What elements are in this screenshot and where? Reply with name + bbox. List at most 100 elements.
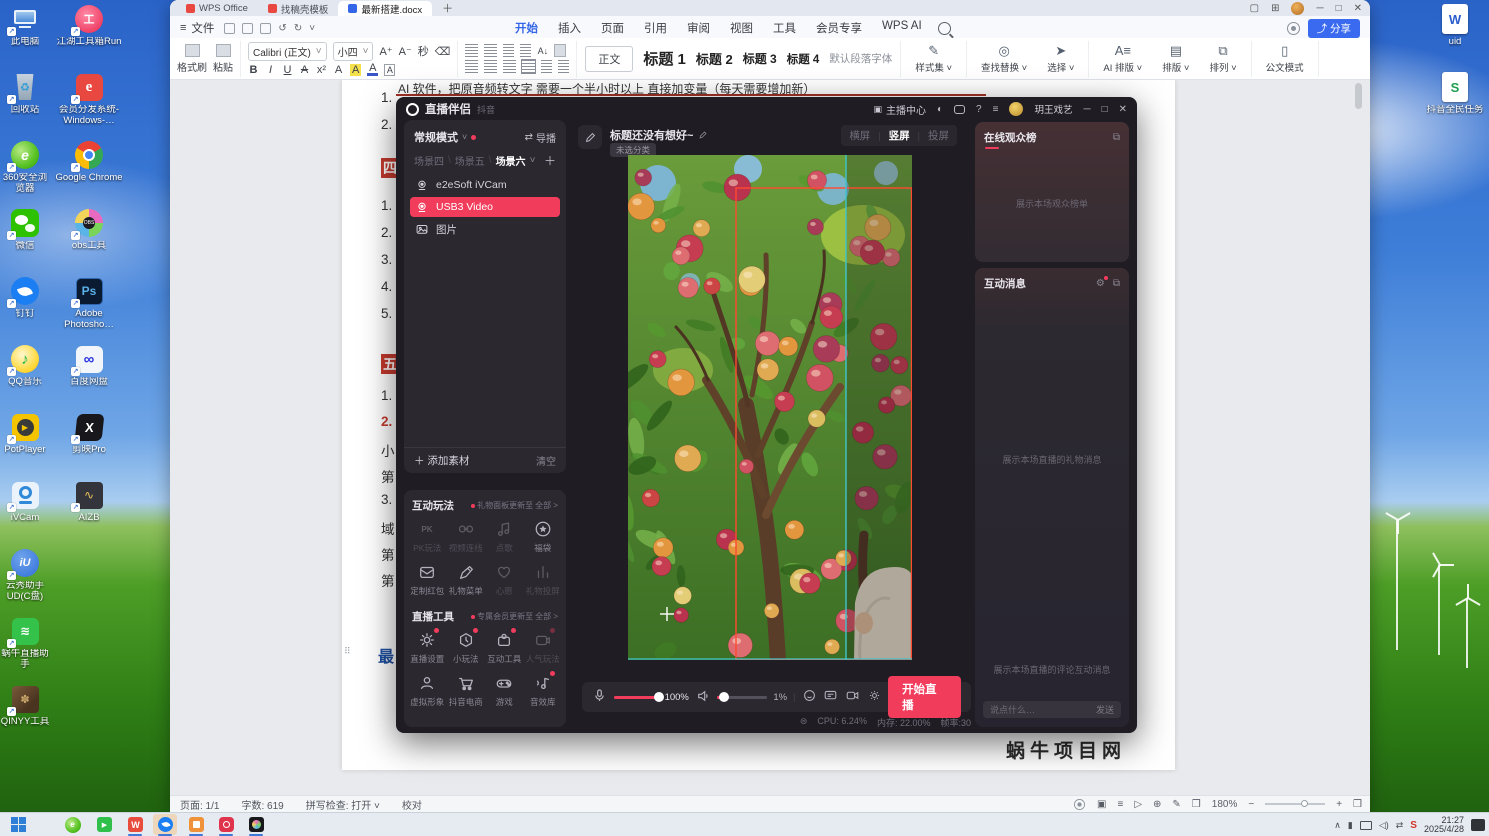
speaker-icon[interactable] [695,690,711,705]
desktop-icon-member-dispatch[interactable]: e ↗ 会员分发系统-Windows-… [50,72,128,140]
stream-title[interactable]: 标题还没有想好~ [610,127,708,143]
save-icon[interactable] [224,22,236,34]
styleset-button[interactable]: ✎ 样式集 ˅ [900,40,968,77]
decrease-indent-icon[interactable] [503,44,515,57]
menu-工具[interactable]: 工具 [763,17,806,39]
theme-icon[interactable]: ◐ [937,104,943,115]
minimize-button[interactable]: ─ [1316,3,1323,14]
wps-tab-2[interactable]: 最新搭建.docx [338,1,433,16]
wps-tab-1[interactable]: 找稿壳模板 [258,1,339,16]
desktop-icon-qinyy-tool[interactable]: ✽ ↗ QINYY工具 [0,684,50,752]
battery-icon[interactable]: ▮ [1348,820,1353,831]
undo-icon[interactable]: ↺ [278,23,286,34]
desktop-icon-google-chrome[interactable]: ↗ Google Chrome [50,140,128,208]
style-3[interactable]: 标题 3 [743,50,777,67]
message-settings-icon[interactable]: ⚙ [1096,276,1108,289]
stream-preview[interactable] [628,155,912,660]
menu-WPS AI[interactable]: WPS AI [872,17,932,39]
highlight-color-button[interactable]: A [350,63,362,76]
sort-icon[interactable]: A↓ [537,46,549,56]
desktop-icon-aizb[interactable]: ∿ ↗ AIZB [50,480,128,548]
tray-expand-icon[interactable]: ∧ [1334,820,1341,831]
camera-icon[interactable] [845,689,861,705]
bold-button[interactable]: B [248,64,259,76]
font-color-button[interactable]: A [367,62,379,76]
font-name-select[interactable]: Calibri (正文) ˅ [248,41,327,61]
read-mode-icon[interactable]: ▷ [1134,799,1142,810]
feature-礼物投屏[interactable]: 礼物投屏 [524,562,563,597]
desktop-icon-this-pc[interactable]: ↗ 此电脑 [0,4,50,72]
justify-icon[interactable] [521,59,537,74]
source-图片[interactable]: 图片 [410,219,560,239]
borders-icon[interactable] [558,60,570,73]
superscript-button[interactable]: x² [316,64,327,76]
export-icon[interactable] [260,22,272,34]
taskbar-icon-jianying[interactable] [248,816,265,833]
feature-游戏[interactable]: 游戏 [485,673,524,708]
zoom-slider-knob[interactable] [1301,800,1309,807]
desktop-icon-ivcam[interactable]: ↗ iVCam [0,480,50,548]
taskbar-icon-obslive[interactable] [218,816,235,833]
close-button[interactable]: ✕ [1354,3,1362,14]
start-live-button[interactable]: 开始直播 [888,676,961,718]
edit-mode-icon[interactable]: ✎ [1172,799,1180,810]
desktop-icon-360-browser[interactable]: e ↗ 360安全浏览器 [0,140,50,208]
all-link[interactable]: 全部 > [535,611,558,622]
maximize-button[interactable]: □ [1336,3,1342,14]
mic-volume-slider[interactable] [613,691,664,702]
fullscreen-icon[interactable]: ❒ [1353,799,1362,810]
arrange-button[interactable]: ⧉ 排列 ˅ [1202,43,1243,74]
decrease-font-icon[interactable]: A⁻ [399,45,412,58]
desktop-icon-uid-doc[interactable]: Wuid [1423,4,1487,72]
format-painter-button[interactable]: 格式刷 [177,43,207,74]
apps-icon[interactable]: ⊞ [1271,3,1279,14]
web-view-icon[interactable]: ⊕ [1153,799,1161,810]
feature-音效库[interactable]: 音效库 [524,671,563,708]
hamburger-icon[interactable]: ≡ [180,22,186,34]
feature-互动工具[interactable]: 互动工具 [485,628,524,665]
microphone-icon[interactable] [592,689,608,705]
network-icon[interactable]: ⇄ [1396,820,1404,831]
view-mode-icon[interactable]: ▣ [1097,799,1106,810]
official-doc-button[interactable]: ▯ 公文模式 [1252,40,1319,77]
send-button[interactable]: 发送 [1096,703,1114,716]
word-count[interactable]: 字数: 619 [241,797,283,812]
scene-tab-1[interactable]: 场景四 [414,153,444,168]
new-tab-button[interactable]: ＋ [442,0,453,16]
scene-tab-2[interactable]: 场景五 [455,153,485,168]
taskbar-icon-photos[interactable] [188,816,205,833]
desktop-icon-potplayer[interactable]: ▶ ↗ PotPlayer [0,412,50,480]
paste-button[interactable]: 粘贴 [213,43,233,74]
desktop-icon-dingtalk[interactable]: ↗ 钉钉 [0,276,50,344]
source-USB3 Video[interactable]: USB3 Video [410,197,560,217]
desktop-icon-wechat[interactable]: ↗ 微信 [0,208,50,276]
find-replace-button[interactable]: ◎ 查找替换 ˅ [974,43,1034,74]
director-button[interactable]: ⇄ 导播 [525,130,556,145]
style-4[interactable]: 标题 4 [787,51,820,67]
desktop-icon-jianying-pro[interactable]: X ↗ 剪映Pro [50,412,128,480]
menu-icon[interactable]: ≡ [993,104,999,115]
maximize-button[interactable]: □ [1102,104,1108,115]
feature-定制红包[interactable]: 定制红包 [408,562,447,597]
help-icon[interactable]: ? [976,104,982,115]
comment-screen-icon[interactable] [823,689,839,705]
scrollbar-thumb[interactable] [1355,83,1362,109]
add-material-button[interactable]: ＋ 添加素材 [414,453,469,468]
screen-mode-竖屏[interactable]: 竖屏 [889,128,910,143]
feature-人气玩法[interactable]: 人气玩法 [524,628,563,665]
desktop-icon-ud-assistant[interactable]: iU ↗ 云秀助手UD(C盘) [0,548,50,616]
clear-format-icon[interactable]: 秒 [418,43,429,59]
wps-tab-0[interactable]: WPS Office [176,1,258,16]
zoom-out-button[interactable]: − [1248,799,1254,810]
style-5[interactable]: 默认段落字体 [829,51,892,66]
zoom-level[interactable]: 180% [1212,799,1238,810]
feature-抖音电商[interactable]: 抖音电商 [447,673,486,708]
menu-开始[interactable]: 开始 [505,17,548,41]
char-effects-icon[interactable]: A [333,64,344,76]
layout-icon[interactable]: ▢ [1250,3,1259,14]
bullet-list-icon[interactable] [465,44,479,57]
increase-indent-icon[interactable] [520,44,532,57]
screen-mode-投屏[interactable]: 投屏 [928,128,949,143]
volume-icon[interactable]: ◁) [1379,820,1389,831]
message-icon[interactable] [954,104,966,114]
